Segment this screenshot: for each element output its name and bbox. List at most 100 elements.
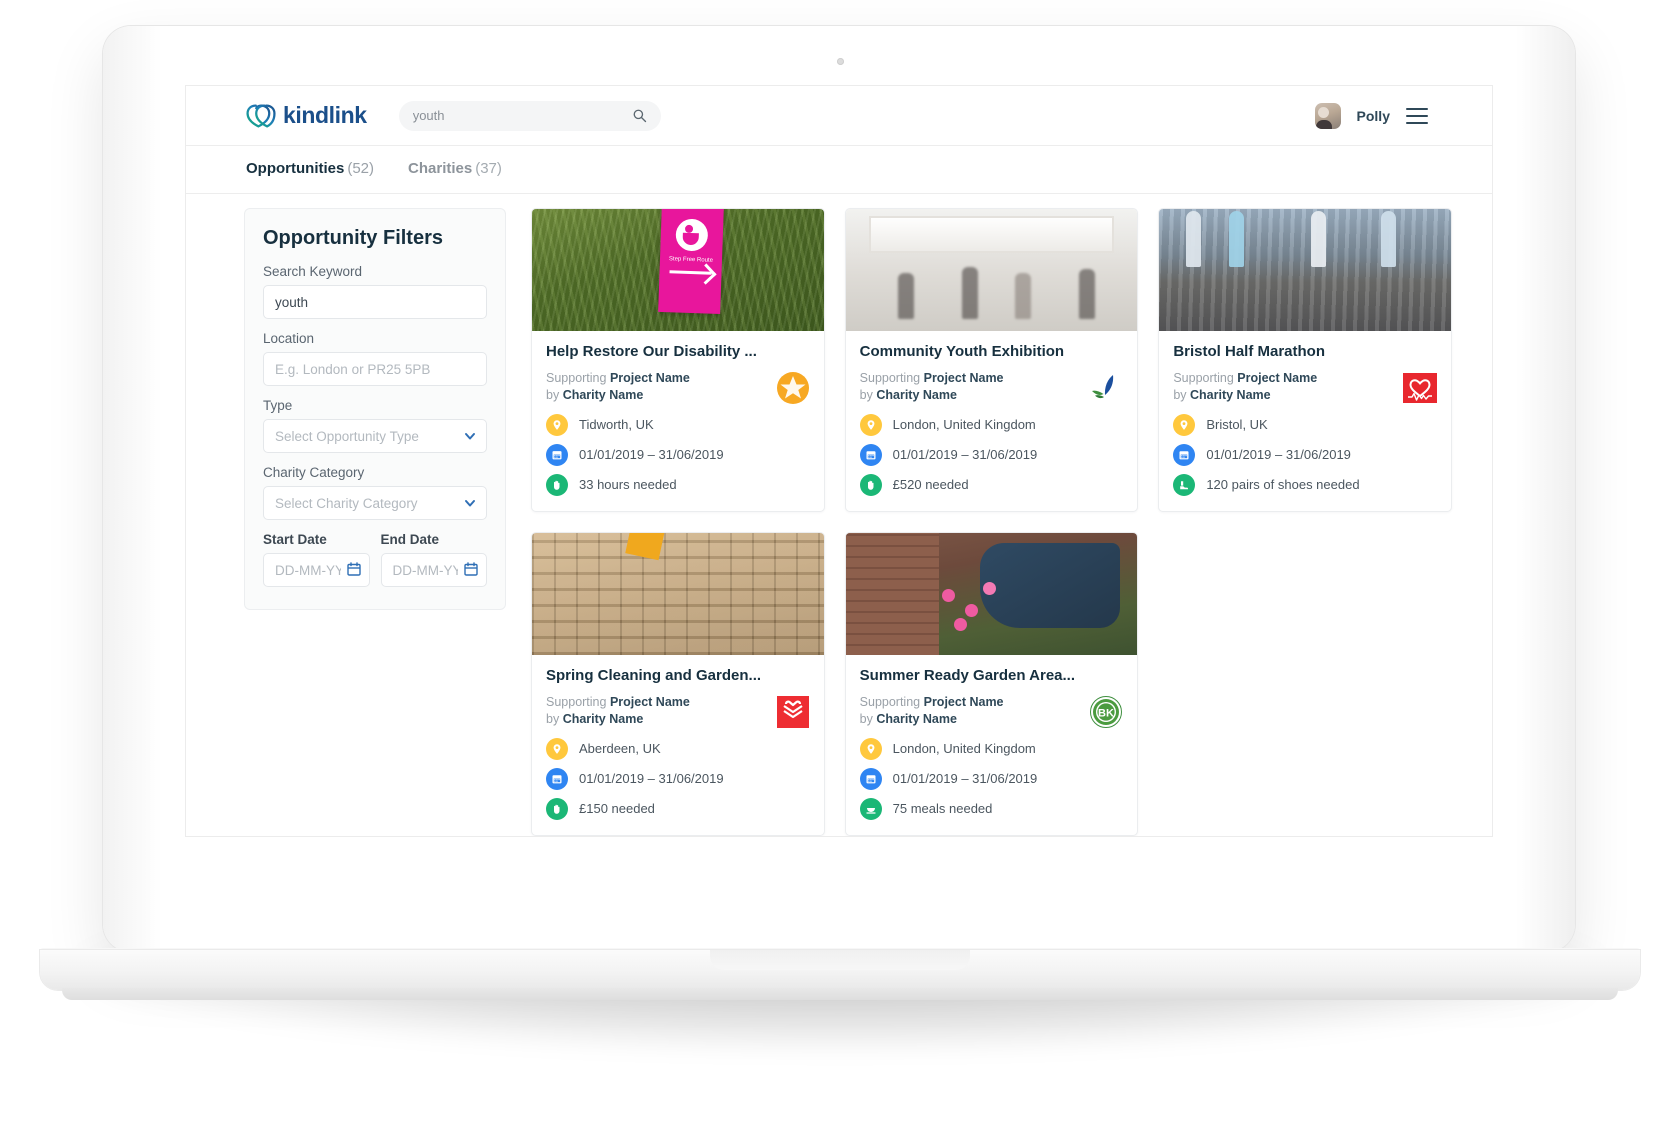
location-pin-icon [546,413,568,436]
card-photo-cardboard-boxes [532,533,824,655]
card-supporting: Supporting Project Name by Charity Name [546,694,810,728]
svg-text:BK: BK [1098,708,1114,720]
card-need-row: £150 needed [546,797,810,820]
card-supporting: Supporting Project Name by Charity Name [860,694,1124,728]
supporting-prefix: Supporting [546,371,607,385]
card-photo-marathon [1159,209,1451,331]
card-title[interactable]: Help Restore Our Disability ... [546,343,810,360]
opportunity-card[interactable]: Community Youth Exhibition Supporting Pr… [844,208,1139,512]
type-select-input[interactable] [263,419,487,453]
card-need: 33 hours needed [579,477,677,493]
search-keyword-input[interactable] [263,285,487,319]
project-name: Project Name [609,371,690,385]
by-prefix: by [859,387,873,402]
calendar-icon[interactable] [346,562,361,576]
kindlink-logo[interactable]: kindlink [246,102,367,129]
end-date-label: End Date [380,532,440,547]
type-select[interactable] [263,419,487,453]
filters-title: Opportunity Filters [263,227,443,249]
charity-category-select[interactable] [263,486,487,520]
card-photo-disability-sign: Step Free Route [532,209,824,331]
charity-category-label: Charity Category [263,465,365,480]
card-location: Aberdeen, UK [579,741,661,757]
avatar[interactable] [1314,102,1341,129]
card-location: Bristol, UK [1206,417,1268,433]
card-location: London, United Kingdom [892,417,1036,433]
calendar-icon [546,443,568,466]
green-circle-bk-badge: BK [1090,696,1123,728]
kindlink-logo-icon [246,103,276,128]
card-title[interactable]: Summer Ready Garden Area... [860,667,1124,684]
card-dates-row: 01/01/2019 – 31/06/2019 [859,767,1124,790]
opportunity-card[interactable]: Bristol Half Marathon Supporting Project… [1158,208,1452,512]
laptop-screen: kindlink Polly Opportunities(52) [186,86,1492,836]
opportunity-card[interactable]: Spring Cleaning and Garden... Supporting… [531,532,825,836]
card-dates: 01/01/2019 – 31/06/2019 [892,447,1038,463]
tab-opportunities-count: (52) [347,160,375,177]
search-keyword-label: Search Keyword [263,264,363,279]
card-dates: 01/01/2019 – 31/06/2019 [1206,447,1351,463]
hand-icon [546,797,568,820]
webcam-icon [836,58,844,65]
card-title[interactable]: Bristol Half Marathon [1173,343,1437,360]
header-user-area: Polly [1314,102,1428,129]
card-dates-row: 01/01/2019 – 31/06/2019 [1173,443,1437,466]
location-pin-icon [859,413,882,436]
card-supporting: Supporting Project Name by Charity Name [1173,370,1437,404]
search-icon[interactable] [632,108,647,123]
charity-category-select-input[interactable] [263,486,487,520]
card-dates: 01/01/2019 – 31/06/2019 [579,771,724,787]
card-need: 75 meals needed [892,801,993,817]
user-name[interactable]: Polly [1357,108,1390,124]
search-input[interactable] [412,108,632,123]
card-location-row: Tidworth, UK [546,413,810,436]
supporting-prefix: Supporting [859,371,921,385]
calendar-icon [1173,443,1196,466]
project-name: Project Name [923,695,1004,709]
tab-charities-count: (37) [475,160,502,177]
hamburger-icon[interactable] [1406,107,1428,124]
british-heart-foundation-badge [1402,373,1437,403]
red-chevron-heart-badge [776,696,809,728]
main-tabs: Opportunities (52) Charities (37) [186,146,1492,194]
supporting-prefix: Supporting [1173,371,1234,385]
card-dates: 01/01/2019 – 31/06/2019 [892,771,1038,787]
location-label: Location [263,331,315,346]
project-name: Project Name [609,695,690,709]
card-location-row: London, United Kingdom [859,413,1124,436]
tab-opportunities-label: Opportunities [246,160,345,177]
tab-opportunities[interactable]: Opportunities (52) [246,160,374,179]
feather-leaf-badge [1092,375,1114,399]
global-search[interactable] [398,100,661,131]
card-dates-row: 01/01/2019 – 31/06/2019 [546,767,810,790]
tab-charities-label: Charities [408,160,473,177]
card-dates-row: 01/01/2019 – 31/06/2019 [859,443,1124,466]
card-supporting: Supporting Project Name by Charity Name [546,370,810,404]
card-title[interactable]: Community Youth Exhibition [860,343,1124,360]
location-pin-icon [859,737,882,760]
opportunity-card[interactable]: Summer Ready Garden Area... Supporting P… [844,532,1139,836]
card-dates-row: 01/01/2019 – 31/06/2019 [546,443,810,466]
card-supporting: Supporting Project Name by Charity Name [860,370,1124,404]
opportunity-filters-panel: Opportunity Filters Search Keyword Locat… [244,208,506,610]
tab-charities[interactable]: Charities (37) [408,160,502,179]
charity-name: Charity Name [562,387,644,402]
card-dates: 01/01/2019 – 31/06/2019 [579,447,724,463]
app-body: Opportunity Filters Search Keyword Locat… [186,194,1492,836]
end-date-field: End Date [380,532,487,587]
type-label: Type [263,398,293,413]
opportunity-card[interactable]: Step Free Route Help Restore Our Disabil… [531,208,825,512]
calendar-icon [546,767,568,790]
charity-name: Charity Name [1190,387,1271,402]
shoe-icon [1173,473,1196,496]
laptop-foot [62,988,1618,1000]
by-prefix: by [859,711,873,726]
by-prefix: by [1173,387,1187,402]
meal-icon [859,797,882,820]
laptop-trackpad-notch [710,950,970,970]
card-need-row: 120 pairs of shoes needed [1173,473,1437,496]
card-title[interactable]: Spring Cleaning and Garden... [546,667,810,684]
calendar-icon[interactable] [464,562,478,576]
start-date-label: Start Date [263,532,327,547]
location-input[interactable] [263,352,487,386]
